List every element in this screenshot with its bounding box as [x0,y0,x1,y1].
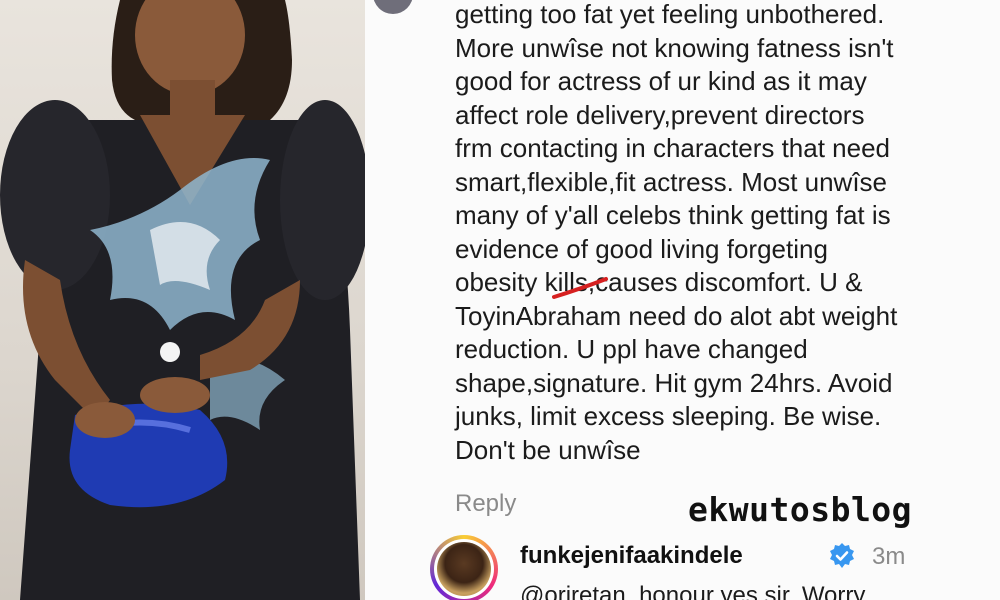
verified-icon [830,543,854,568]
comment-text: getting too fat yet feeling unbothered. … [455,0,995,467]
strike-mark [552,277,608,299]
comment-line: shape,signature. Hit gym 24hrs. Avoid [455,367,893,398]
reply-text: @oriretan_honour yes sir. Worry [520,582,866,600]
reply-time: 3m [872,543,906,570]
reply-button[interactable]: Reply [455,490,516,518]
woman-photo-illustration [0,0,365,600]
comment-line: many of y'all celebs think getting fat i… [455,200,891,230]
comment-line: obesity kills,causes discomfort. U & [455,267,863,297]
comment-line: junks, limit excess sleeping. Be wise. [455,401,882,431]
post-photo [0,0,365,600]
comment-line: ToyinAbraham need do alot abt weight [455,300,898,331]
reply-avatar[interactable] [430,535,498,600]
reply-username[interactable]: funkejenifaakindele [520,542,743,570]
comment-line: good for actress of ur kind as it may [455,66,867,96]
comment-panel: getting too fat yet feeling unbothered. … [365,0,1000,600]
comment-line: reduction. U ppl have changed [455,334,808,364]
reply-comment: funkejenifaakindele 3m @oriretan_honour … [430,530,1000,600]
comment-line: getting too fat yet feeling unbothered. [455,0,885,29]
commenter-avatar[interactable] [373,0,413,14]
comment-line: evidence of good living forgeting [455,233,828,264]
comment-line: affect role delivery,prevent directors [455,99,865,130]
comment-line: Don't be unwîse [455,434,641,465]
comment-line: smart,flexible,fit actress. Most unwîse [455,166,888,197]
comment-line: frm contacting in characters that need [455,133,891,163]
watermark: ekwutosblog [688,490,913,529]
comment-line: More unwîse not knowing fatness isn't [455,32,894,63]
